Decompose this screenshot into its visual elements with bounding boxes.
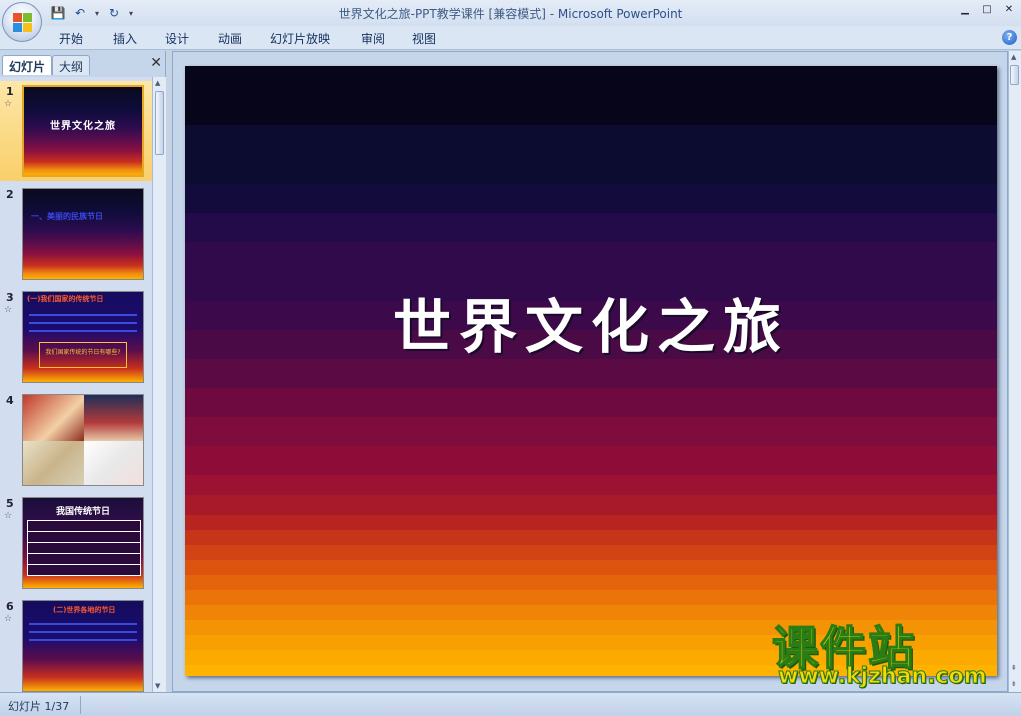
thumbnail-caption: (一)我们国家的传统节日 <box>27 295 104 303</box>
thumbnail-image: (二)世界各地的节日 <box>22 600 144 692</box>
background-band <box>185 495 997 515</box>
thumbnail-image: 世界文化之旅 <box>22 85 144 177</box>
maximize-button[interactable]: □ <box>979 2 995 16</box>
tab-slides[interactable]: 幻灯片 <box>2 55 53 75</box>
animation-star-icon: ☆ <box>4 99 13 109</box>
slide-thumbnail-3[interactable]: 3 ☆ (一)我们国家的传统节日 我们国家传统的节日有哪些? <box>0 287 152 387</box>
scroll-thumb[interactable] <box>1010 65 1019 85</box>
animation-star-icon: ☆ <box>4 614 13 624</box>
slide-number: 5 <box>6 497 14 510</box>
close-button[interactable]: ✕ <box>1001 2 1017 16</box>
thumbnail-caption: (二)世界各地的节日 <box>53 606 116 614</box>
photo-tangyuan <box>84 441 143 485</box>
window-title: 世界文化之旅-PPT教学课件 [兼容模式] - Microsoft PowerP… <box>0 5 1021 22</box>
main-scrollbar[interactable]: ▲ ⇞ ⇟ <box>1008 51 1021 692</box>
slide-number: 6 <box>6 600 14 613</box>
document-title: 世界文化之旅-PPT教学课件 [兼容模式] - <box>338 7 558 21</box>
slide-thumbnail-6[interactable]: 6 ☆ (二)世界各地的节日 <box>0 596 152 692</box>
minimize-button[interactable]: ▁ <box>957 2 973 16</box>
background-band <box>185 545 997 560</box>
slide-thumbnail-4[interactable]: 4 <box>0 390 152 490</box>
slide-number: 3 <box>6 291 14 304</box>
app-name: Microsoft PowerPoint <box>557 7 683 21</box>
background-band <box>185 475 997 495</box>
text-line <box>29 314 137 316</box>
thumbnail-caption: 一、美丽的民族节日 <box>31 212 103 221</box>
text-line <box>29 623 137 625</box>
thumbnail-caption: 世界文化之旅 <box>50 121 116 132</box>
status-bar: 幻灯片 1/37 <box>0 692 1021 716</box>
tab-design[interactable]: 设计 <box>165 30 189 47</box>
pane-scrollbar[interactable]: ▲ ▼ <box>152 77 166 692</box>
tab-home[interactable]: 开始 <box>59 30 83 47</box>
scroll-thumb[interactable] <box>155 91 164 155</box>
scroll-up-icon[interactable]: ▲ <box>1011 53 1016 61</box>
watermark-url: www.kjzhan.com <box>778 664 988 690</box>
thumbnail-caption: 我国传统节日 <box>55 507 110 517</box>
background-band <box>185 515 997 530</box>
background-band <box>185 388 997 417</box>
current-slide[interactable]: 世界文化之旅 <box>185 66 997 676</box>
slide-editor: 世界文化之旅 <box>172 51 1008 692</box>
next-slide-icon[interactable]: ⇟ <box>1011 680 1017 688</box>
slide-number: 4 <box>6 394 14 407</box>
tab-slideshow[interactable]: 幻灯片放映 <box>270 30 330 47</box>
thumbnail-image <box>22 394 144 486</box>
photo-mooncake <box>23 395 84 441</box>
background-band <box>185 66 997 125</box>
thumbnail-image: (一)我们国家的传统节日 我们国家传统的节日有哪些? <box>22 291 144 383</box>
pane-close-icon[interactable]: ✕ <box>150 55 162 71</box>
text-line <box>29 322 137 324</box>
slide-thumbnail-5[interactable]: 5 ☆ 我国传统节日 <box>0 493 152 593</box>
scroll-up-icon[interactable]: ▲ <box>155 79 160 87</box>
thumbnail-image: 我国传统节日 <box>22 497 144 589</box>
text-line <box>29 330 137 332</box>
background-band <box>185 590 997 605</box>
slide-number: 1 <box>6 85 14 98</box>
background-band <box>185 575 997 590</box>
status-divider <box>80 696 81 714</box>
previous-slide-icon[interactable]: ⇞ <box>1011 664 1017 672</box>
background-band <box>185 530 997 545</box>
slide-thumbnail-2[interactable]: 2 一、美丽的民族节日 <box>0 184 152 284</box>
animation-star-icon: ☆ <box>4 305 13 315</box>
scroll-down-icon[interactable]: ▼ <box>155 682 160 690</box>
background-band <box>185 213 997 242</box>
text-line <box>29 631 137 633</box>
thumbnail-image: 一、美丽的民族节日 <box>22 188 144 280</box>
festival-table <box>27 520 141 576</box>
title-bar: 💾 ↶ ▾ ↻ ▾ 世界文化之旅-PPT教学课件 [兼容模式] - Micros… <box>0 0 1021 26</box>
slide-thumbnails: 1 ☆ 世界文化之旅 2 一、美丽的民族节日 3 ☆ (一)我们国家的传统节日 … <box>0 77 152 692</box>
text-line <box>29 639 137 641</box>
background-band <box>185 560 997 575</box>
background-band <box>185 184 997 213</box>
question-box: 我们国家传统的节日有哪些? <box>39 342 127 368</box>
office-button[interactable] <box>2 2 42 42</box>
photo-dumplings <box>23 441 84 485</box>
slide-thumbnail-1[interactable]: 1 ☆ 世界文化之旅 <box>0 81 152 181</box>
window-controls: ▁ □ ✕ <box>957 2 1017 16</box>
background-band <box>185 446 997 475</box>
tab-review[interactable]: 审阅 <box>361 30 385 47</box>
help-icon[interactable]: ? <box>1002 30 1017 45</box>
pane-tabs: 幻灯片 大纲 ✕ <box>0 53 166 75</box>
tab-view[interactable]: 视图 <box>412 30 436 47</box>
background-band <box>185 417 997 446</box>
ribbon-tabs: 开始 插入 设计 动画 幻灯片放映 审阅 视图 ? <box>0 26 1021 50</box>
slides-pane: 幻灯片 大纲 ✕ 1 ☆ 世界文化之旅 2 一、美丽的民族节日 3 ☆ (一)我… <box>0 51 166 692</box>
slide-number: 2 <box>6 188 14 201</box>
background-band <box>185 125 997 184</box>
photo-grandmother <box>84 395 143 441</box>
tab-outline[interactable]: 大纲 <box>52 55 91 75</box>
office-logo-icon <box>13 13 33 33</box>
slide-counter: 幻灯片 1/37 <box>8 700 70 713</box>
slide-title[interactable]: 世界文化之旅 <box>185 280 997 364</box>
tab-animations[interactable]: 动画 <box>218 30 242 47</box>
animation-star-icon: ☆ <box>4 511 13 521</box>
tab-insert[interactable]: 插入 <box>113 30 137 47</box>
